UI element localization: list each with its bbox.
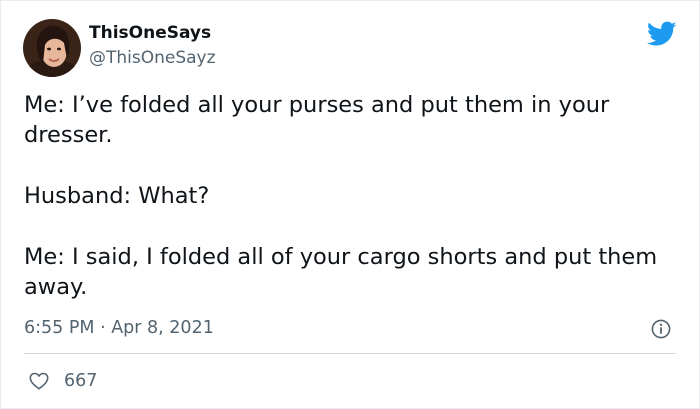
- like-button[interactable]: 667: [28, 370, 97, 392]
- info-icon[interactable]: [651, 319, 671, 339]
- tweet-card: ThisOneSays @ThisOneSayz Me: I’ve folded…: [0, 0, 700, 409]
- tweet-line: Me: I said, I folded all of your cargo s…: [24, 244, 658, 300]
- heart-icon[interactable]: [28, 370, 50, 392]
- tweet-line: Husband: What?: [24, 183, 210, 209]
- author-handle[interactable]: @ThisOneSayz: [89, 47, 216, 69]
- tweet-text: Me: I’ve folded all your purses and put …: [24, 90, 674, 302]
- tweet-line: Me: I’ve folded all your purses and put …: [24, 92, 610, 148]
- tweet-timestamp[interactable]: 6:55 PM · Apr 8, 2021: [24, 317, 214, 339]
- divider: [24, 353, 676, 354]
- twitter-bird-icon[interactable]: [647, 21, 677, 47]
- author-display-name[interactable]: ThisOneSays: [89, 22, 211, 44]
- avatar[interactable]: [23, 19, 81, 77]
- like-count: 667: [64, 371, 98, 391]
